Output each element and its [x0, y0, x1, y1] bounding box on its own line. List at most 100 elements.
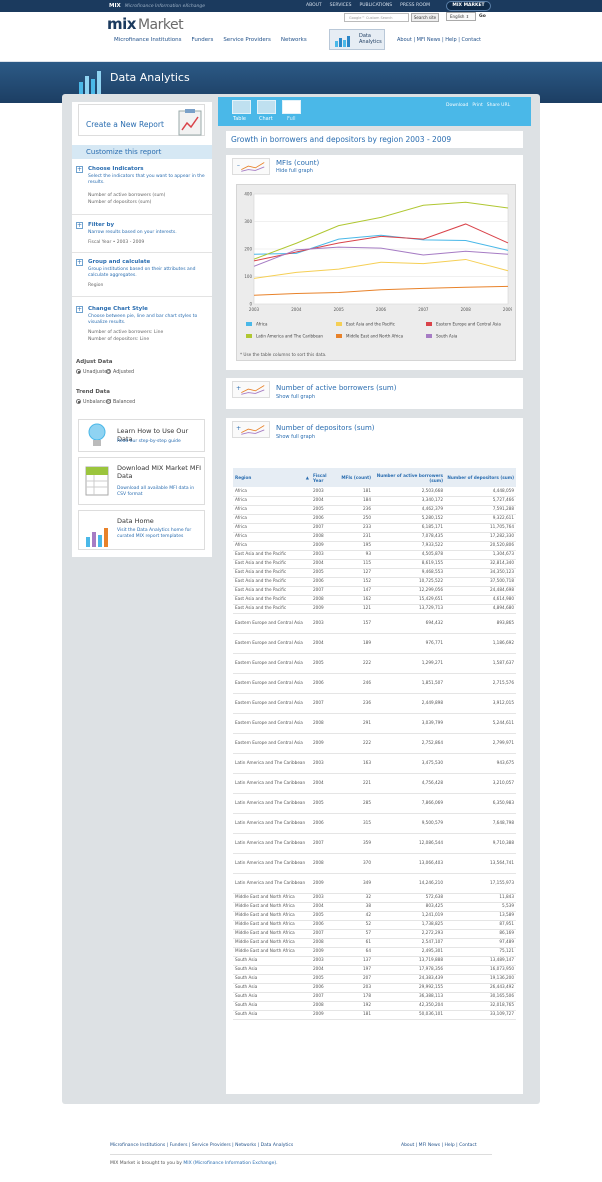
cell-region: Middle East and North Africa	[233, 929, 311, 939]
cell-borrowers: 2,547,107	[373, 938, 445, 948]
line-chart-icon[interactable]: +	[232, 421, 270, 438]
table-row: Middle East and North Africa 2007 57 2,272,…	[233, 929, 516, 939]
col-header-mfis[interactable]: MFIs (count)	[339, 468, 373, 487]
group-heading[interactable]: Group and calculate	[88, 259, 150, 265]
chart-style-section[interactable]: + Change Chart Style Choose between pie,…	[72, 306, 212, 350]
nav-funders[interactable]: Funders	[191, 37, 213, 43]
cell-fiscal-year: 2004	[311, 559, 339, 569]
cell-depositors: 30,165,506	[445, 992, 516, 1002]
table-row: Africa 2004 184 3,340,172 5,727,466	[233, 496, 516, 506]
filter-section[interactable]: + Filter by Narrow results based on your…	[72, 222, 212, 250]
cell-region: Middle East and North Africa	[233, 893, 311, 903]
tab-full-label[interactable]: Full	[287, 116, 296, 122]
search-button[interactable]: Search site	[411, 13, 439, 22]
sort-asc-icon[interactable]: ▲	[306, 475, 309, 480]
mix-brand[interactable]: MIX	[109, 3, 121, 9]
cell-mfis: 137	[339, 956, 373, 966]
line-chart-icon[interactable]: +	[232, 381, 270, 398]
footer-links-right[interactable]: About | MFI News | Help | Contact	[401, 1143, 477, 1148]
mix-market-logo[interactable]: mix Market	[107, 15, 184, 33]
footer	[0, 1112, 602, 1182]
data-home-card[interactable]: Data Home Visit the Data Analytics home …	[78, 510, 205, 550]
download-link[interactable]: Download	[446, 103, 468, 108]
cell-fiscal-year: 2004	[311, 773, 339, 794]
cell-mfis: 152	[339, 577, 373, 587]
secondary-nav[interactable]: About | MFI News | Help | Contact	[397, 37, 481, 43]
nav-microfinance-institutions[interactable]: Microfinance Institutions	[114, 37, 181, 43]
table-row: Africa 2005 236 4,462,379 7,591,288	[233, 505, 516, 515]
choose-indicators-section[interactable]: + Choose Indicators Select the indicator…	[72, 166, 212, 212]
cell-fiscal-year: 2003	[311, 487, 339, 497]
cell-borrowers: 8,619,155	[373, 559, 445, 569]
col-header-borrowers[interactable]: Number of active borrowers (sum)	[373, 468, 445, 487]
nav-networks[interactable]: Networks	[281, 37, 307, 43]
download-card[interactable]: Download MIX Market MFI Data Download al…	[78, 457, 205, 505]
cell-depositors: 7,591,288	[445, 505, 516, 515]
plus-icon[interactable]: +	[76, 306, 83, 313]
cell-depositors: 6,350,983	[445, 793, 516, 814]
legend-swatch	[246, 334, 252, 338]
cell-borrowers: 7,866,069	[373, 793, 445, 814]
cell-region: Africa	[233, 487, 311, 497]
col-header-region[interactable]: Region ▲	[233, 468, 311, 487]
top-link-services[interactable]: SERVICES	[330, 3, 352, 8]
cell-depositors: 32,018,765	[445, 1001, 516, 1011]
plus-icon[interactable]: +	[76, 166, 83, 173]
radio-adjusted[interactable]: Adjusted	[106, 369, 134, 375]
cell-fiscal-year: 2007	[311, 992, 339, 1002]
choose-indicators-heading[interactable]: Choose Indicators	[88, 166, 144, 172]
table-view-tab[interactable]	[232, 100, 251, 114]
chart-view-tab[interactable]	[257, 100, 276, 114]
plus-icon[interactable]: +	[76, 259, 83, 266]
plus-icon[interactable]: +	[76, 222, 83, 229]
language-select[interactable]: English ⇕	[446, 12, 476, 21]
cell-borrowers: 36,388,113	[373, 992, 445, 1002]
show-full-graph-link[interactable]: Show full graph	[276, 394, 315, 400]
cell-borrowers: 1,299,271	[373, 653, 445, 674]
hide-full-graph-link[interactable]: Hide full graph	[276, 168, 313, 174]
learn-card[interactable]: Learn How to Use Our Data Read our step-…	[78, 419, 205, 452]
footer-links[interactable]: Microfinance Institutions | Funders | Se…	[110, 1143, 293, 1148]
cell-fiscal-year: 2009	[311, 1010, 339, 1020]
share-url-link[interactable]: Share URL	[487, 103, 510, 108]
svg-text:+: +	[236, 385, 241, 392]
footer-mix-link[interactable]: MIX (Microfinance Information Exchange)	[183, 1161, 276, 1166]
cell-fiscal-year: 2008	[311, 713, 339, 734]
filter-heading[interactable]: Filter by	[88, 222, 114, 228]
cell-mfis: 162	[339, 595, 373, 605]
radio-balanced[interactable]: Balanced	[106, 399, 135, 405]
top-link-about[interactable]: ABOUT	[306, 3, 322, 8]
show-full-graph-link[interactable]: Show full graph	[276, 434, 315, 440]
full-view-tab[interactable]	[282, 100, 301, 114]
col-header-fiscal-year[interactable]: Fiscal Year	[311, 468, 339, 487]
cell-borrowers: 9,500,579	[373, 813, 445, 834]
col-header-depositors[interactable]: Number of depositors (sum)	[445, 468, 516, 487]
cell-depositors: 13,589	[445, 911, 516, 921]
search-input[interactable]: Google™ Custom Search	[344, 13, 409, 22]
data-home-link[interactable]: Visit the Data Analytics home for curate…	[117, 528, 203, 539]
cell-fiscal-year: 2003	[311, 550, 339, 560]
tab-table-label[interactable]: Table	[233, 116, 246, 122]
line-chart-icon[interactable]: –	[232, 158, 270, 175]
go-button[interactable]: Go	[479, 12, 490, 21]
print-link[interactable]: Print	[472, 103, 482, 108]
cell-region: East Asia and the Pacific	[233, 604, 311, 614]
nav-data-analytics[interactable]: Data Analytics	[329, 29, 385, 50]
cell-borrowers: 50,036,101	[373, 1010, 445, 1020]
learn-card-link[interactable]: Read our step-by-step guide	[117, 439, 203, 445]
mix-market-button[interactable]: MIX MARKET	[446, 1, 491, 11]
cell-borrowers: 5,280,152	[373, 514, 445, 524]
top-link-publications[interactable]: PUBLICATIONS	[360, 3, 393, 8]
chart-style-heading[interactable]: Change Chart Style	[88, 306, 148, 312]
table-row: East Asia and the Pacific 2009 121 13,729,7…	[233, 604, 516, 614]
nav-service-providers[interactable]: Service Providers	[223, 37, 271, 43]
table-row: Eastern Europe and Central Asia 2008 291 3,…	[233, 713, 516, 734]
create-report-button[interactable]: Create a New Report	[78, 104, 205, 136]
group-section[interactable]: + Group and calculate Group institutions…	[72, 259, 212, 293]
tab-chart-label[interactable]: Chart	[259, 116, 273, 122]
indicator-title: Number of depositors (sum)	[276, 424, 375, 432]
cell-depositors: 87,951	[445, 920, 516, 930]
table-row: Latin America and The Caribbean 2008 370 13…	[233, 853, 516, 874]
download-card-link[interactable]: Download all available MFI data in CSV f…	[117, 486, 203, 497]
top-link-press-room[interactable]: PRESS ROOM	[400, 3, 430, 8]
